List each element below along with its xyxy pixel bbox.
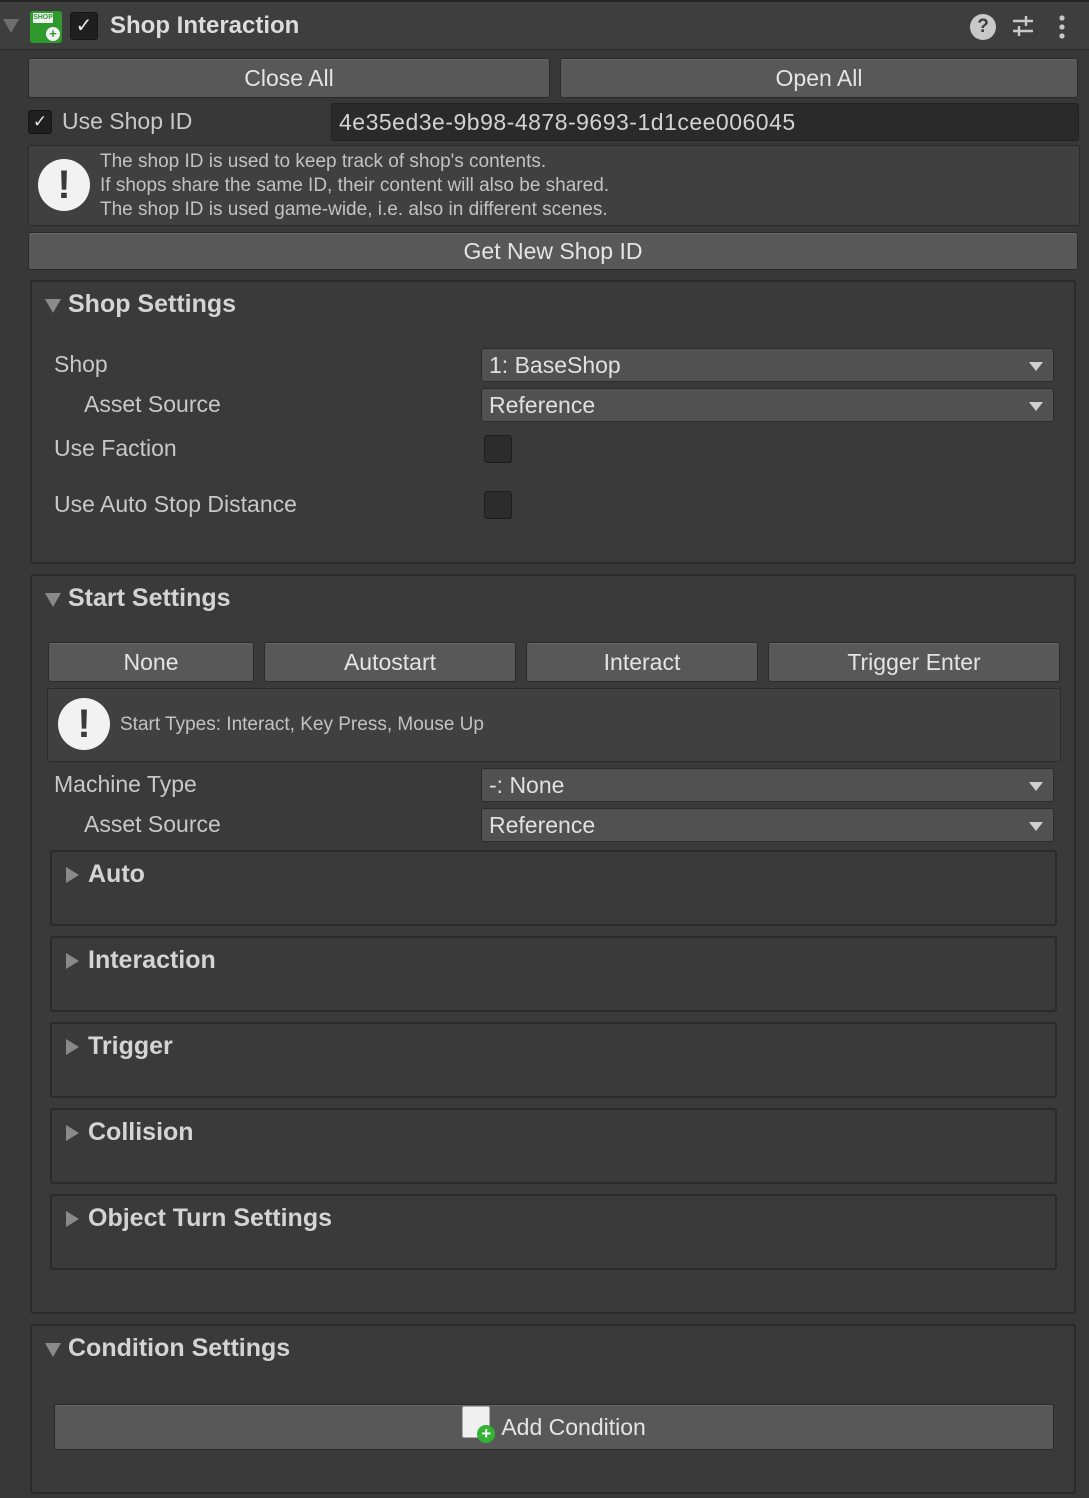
use-faction-checkbox[interactable] [484, 435, 512, 463]
foldout-collision[interactable] [50, 1108, 1057, 1184]
machine-type-dropdown[interactable]: -: None [481, 768, 1054, 802]
use-shop-id-label: Use Shop ID [62, 108, 193, 134]
asset-source-label: Asset Source [84, 391, 221, 417]
start-type-trigger-enter-button[interactable]: Trigger Enter [768, 642, 1060, 682]
shop-dropdown[interactable]: 1: BaseShop [481, 348, 1054, 382]
dropdown-arrow-icon [1029, 782, 1043, 791]
foldout-arrow-icon [66, 867, 79, 883]
foldout-collision-title[interactable]: Collision [88, 1118, 194, 1147]
add-condition-label: Add Condition [501, 1414, 646, 1440]
dropdown-arrow-icon [1029, 822, 1043, 831]
dropdown-arrow-icon [1029, 362, 1043, 371]
start-types-help-text: Start Types: Interact, Key Press, Mouse … [120, 714, 484, 735]
foldout-arrow-icon [66, 953, 79, 969]
use-faction-label: Use Faction [54, 435, 177, 461]
foldout-arrow-icon [66, 1039, 79, 1055]
shop-label: Shop [54, 351, 108, 377]
machine-type-label: Machine Type [54, 771, 197, 797]
help-icon[interactable]: ? [970, 14, 996, 40]
get-new-shop-id-button[interactable]: Get New Shop ID [28, 232, 1078, 270]
shop-component-icon: SHOP + [30, 11, 62, 43]
help-line-3: The shop ID is used game-wide, i.e. also… [100, 199, 608, 220]
help-line-2: If shops share the same ID, their conten… [100, 175, 610, 196]
machine-asset-source-value: Reference [489, 812, 596, 838]
start-settings-title[interactable]: Start Settings [68, 584, 231, 613]
help-line-1: The shop ID is used to keep track of sho… [100, 151, 547, 172]
start-type-interact-button[interactable]: Interact [526, 642, 758, 682]
dropdown-arrow-icon [1029, 402, 1043, 411]
asset-source-label: Asset Source [84, 811, 221, 837]
use-auto-stop-checkbox[interactable] [484, 491, 512, 519]
plus-icon: + [46, 27, 60, 41]
open-all-button[interactable]: Open All [560, 58, 1078, 98]
shop-settings-foldout-icon[interactable] [45, 299, 61, 313]
use-auto-stop-label: Use Auto Stop Distance [54, 491, 297, 517]
preset-icon[interactable] [1010, 12, 1036, 40]
asset-source-dropdown[interactable]: Reference [481, 388, 1054, 422]
component-enabled-checkbox[interactable]: ✓ [70, 12, 98, 40]
foldout-arrow-icon [66, 1211, 79, 1227]
start-type-autostart-button[interactable]: Autostart [264, 642, 516, 682]
condition-settings-foldout-icon[interactable] [45, 1343, 61, 1357]
foldout-interaction-title[interactable]: Interaction [88, 946, 216, 975]
add-file-icon: + [462, 1405, 496, 1443]
machine-type-value: -: None [489, 772, 565, 798]
condition-settings-title[interactable]: Condition Settings [68, 1334, 290, 1363]
foldout-object-turn-settings-title[interactable]: Object Turn Settings [88, 1204, 332, 1233]
shop-id-field[interactable]: 4e35ed3e-9b98-4878-9693-1d1cee006045 [331, 103, 1079, 141]
plus-icon: + [477, 1424, 496, 1443]
shop-dropdown-value: 1: BaseShop [489, 352, 621, 378]
foldout-auto-title[interactable]: Auto [88, 860, 145, 889]
shop-settings-title[interactable]: Shop Settings [68, 290, 236, 319]
machine-asset-source-dropdown[interactable]: Reference [481, 808, 1054, 842]
foldout-auto[interactable] [50, 850, 1057, 926]
asset-source-value: Reference [489, 392, 596, 418]
component-title: Shop Interaction [110, 12, 300, 39]
warning-icon: ! [58, 698, 110, 750]
start-type-none-button[interactable]: None [48, 642, 254, 682]
start-settings-foldout-icon[interactable] [45, 593, 61, 607]
foldout-arrow-icon [66, 1125, 79, 1141]
component-foldout-arrow-icon[interactable] [3, 19, 19, 33]
foldout-trigger-title[interactable]: Trigger [88, 1032, 173, 1061]
close-all-button[interactable]: Close All [28, 58, 550, 98]
shop-icon-tag: SHOP [33, 13, 53, 23]
add-condition-button[interactable]: + Add Condition [54, 1404, 1054, 1450]
more-icon[interactable] [1052, 14, 1072, 42]
warning-icon: ! [38, 159, 90, 211]
use-shop-id-checkbox[interactable]: ✓ [28, 110, 52, 134]
foldout-trigger[interactable] [50, 1022, 1057, 1098]
shop-settings-section [30, 280, 1076, 564]
